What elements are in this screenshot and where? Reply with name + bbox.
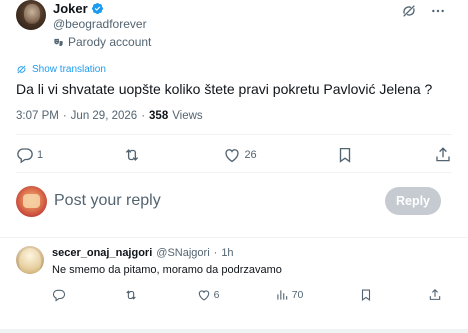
divider: [0, 329, 468, 333]
tweet-text: Ne smemo da pitamo, moramo da podrzavamo: [52, 264, 282, 276]
parody-label: Parody account: [53, 35, 151, 49]
like-button[interactable]: 26: [223, 146, 257, 164]
reply-button[interactable]: [52, 288, 69, 302]
views-chart-icon: [277, 290, 287, 300]
avatar[interactable]: [16, 0, 46, 30]
tweet-text: Da li vi shvatate uopšte koliko štete pr…: [16, 81, 433, 97]
views-button[interactable]: 70: [275, 288, 304, 302]
bookmark-icon: [340, 147, 351, 163]
views-count: 358: [149, 110, 169, 122]
reply-icon: [52, 289, 66, 302]
show-translation-link[interactable]: Show translation: [16, 64, 106, 75]
divider: [16, 134, 452, 135]
reply-submit-button[interactable]: Reply: [385, 187, 441, 215]
display-name[interactable]: secer_onaj_najgori: [52, 247, 152, 259]
bookmark-icon: [361, 289, 370, 302]
like-count: 6: [213, 289, 220, 301]
heart-icon: [198, 290, 209, 301]
repost-icon: [125, 149, 138, 161]
grok-icon[interactable]: [400, 2, 417, 19]
divider: [0, 237, 468, 238]
top-actions: [400, 2, 446, 19]
reply-input[interactable]: Post your reply: [54, 192, 161, 210]
like-button[interactable]: 6: [197, 288, 220, 302]
divider: [16, 172, 452, 173]
meta-separator: ·: [141, 110, 146, 122]
tweet-meta: 3:07 PM · Jun 29, 2026 · 358 Views: [16, 110, 203, 122]
share-button[interactable]: [434, 146, 452, 164]
heart-icon: [225, 149, 240, 163]
reply-icon: [17, 148, 33, 164]
meta-separator: ·: [213, 247, 218, 259]
reply-count: 1: [37, 149, 44, 161]
author-handle[interactable]: @beogradforever: [53, 17, 147, 31]
repost-icon: [126, 290, 137, 300]
tweet-time[interactable]: 1h: [221, 247, 233, 259]
tweet-time[interactable]: 3:07 PM: [16, 110, 59, 122]
theater-masks-icon: [54, 38, 63, 46]
avatar[interactable]: [16, 186, 47, 217]
translate-icon: [17, 65, 26, 74]
verified-badge-icon: [91, 2, 103, 15]
bookmark-button[interactable]: [336, 146, 354, 164]
repost-button[interactable]: [123, 146, 144, 164]
tweet-actions: 6 70: [52, 287, 442, 303]
avatar[interactable]: [16, 246, 44, 274]
tweet-actions: 1 26: [16, 145, 452, 165]
show-translation-label[interactable]: Show translation: [32, 64, 106, 75]
author-handle[interactable]: @SNajgori: [156, 247, 209, 259]
share-icon: [436, 147, 450, 162]
avatar-detail: [19, 248, 41, 274]
meta-separator: ·: [62, 110, 67, 122]
like-count: 26: [244, 149, 257, 161]
reply-composer: Post your reply Reply: [0, 184, 468, 220]
reply-button[interactable]: 1: [16, 146, 43, 164]
views-count: 70: [291, 289, 304, 301]
share-icon: [429, 288, 441, 300]
share-button[interactable]: [428, 288, 442, 302]
avatar-detail: [23, 194, 40, 208]
views-label: Views: [172, 110, 203, 122]
display-name[interactable]: Joker: [53, 1, 88, 16]
repost-button[interactable]: [124, 288, 141, 302]
bookmark-button[interactable]: [359, 288, 373, 302]
reply-author-row: secer_onaj_najgori @SNajgori · 1h: [52, 247, 234, 259]
author-name-row: Joker: [53, 1, 104, 16]
parody-label-text: Parody account: [68, 35, 152, 49]
avatar-face: [24, 4, 40, 24]
tweet-date[interactable]: Jun 29, 2026: [71, 110, 138, 122]
more-icon[interactable]: [429, 2, 446, 19]
